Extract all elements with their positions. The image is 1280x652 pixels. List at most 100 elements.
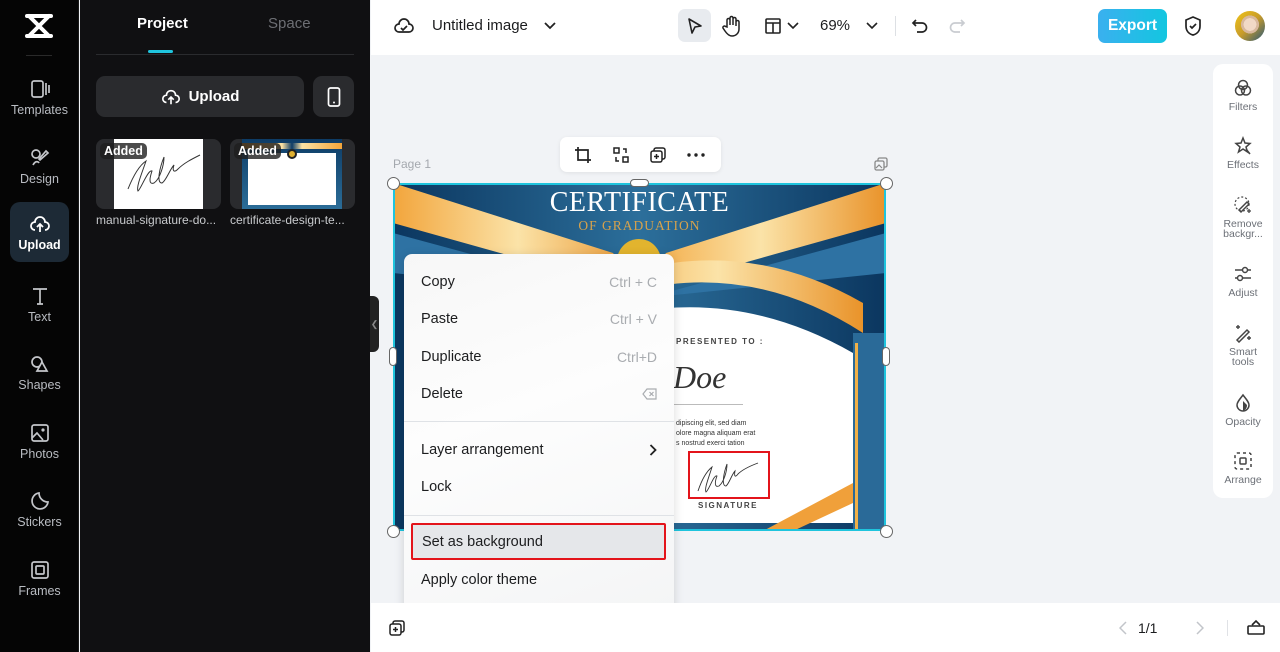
layout-dropdown-button[interactable]: [761, 14, 801, 38]
security-button[interactable]: [1182, 14, 1204, 38]
title-dropdown[interactable]: [541, 17, 559, 35]
adjust-sliders-icon: [1235, 266, 1251, 282]
undo-icon: [911, 19, 928, 33]
cloud-saved-button[interactable]: [393, 15, 415, 37]
tab-project[interactable]: Project: [137, 15, 188, 32]
menu-item-paste[interactable]: Paste Ctrl + V: [404, 300, 674, 337]
add-page-button[interactable]: [388, 619, 406, 637]
menu-item-delete[interactable]: Delete: [404, 375, 674, 412]
added-badge: Added: [234, 143, 281, 159]
photos-icon: [30, 423, 49, 442]
asset-thumbnail[interactable]: Added: [230, 139, 355, 209]
nav-rail: Templates Design Upload Text Shapes Phot…: [0, 0, 79, 652]
tab-space[interactable]: Space: [268, 15, 311, 32]
page-label: Page 1: [393, 157, 432, 171]
page-manager-button[interactable]: [1245, 617, 1267, 637]
upload-button[interactable]: Upload: [96, 76, 304, 117]
replace-icon: [613, 147, 629, 163]
resize-handle-left[interactable]: [389, 347, 397, 366]
menu-item-set-as-background[interactable]: Set as background: [411, 523, 666, 560]
resize-handle-bottom-right[interactable]: [880, 525, 893, 538]
resize-handle-top-right[interactable]: [880, 177, 893, 190]
menu-item-duplicate[interactable]: Duplicate Ctrl+D: [404, 338, 674, 375]
more-options-button[interactable]: [685, 145, 707, 165]
redo-icon: [949, 19, 966, 33]
resize-handle-right[interactable]: [882, 347, 890, 366]
signature-highlight-box: [688, 451, 770, 499]
crop-button[interactable]: [573, 145, 593, 165]
tool-label: Remove backgr...: [1223, 218, 1263, 240]
backspace-icon: [642, 387, 657, 400]
toolbar-divider: [895, 16, 896, 36]
remove-background-icon: [1234, 196, 1251, 214]
chevron-down-icon: [866, 22, 878, 30]
nav-frames[interactable]: Frames: [10, 548, 69, 608]
undo-button[interactable]: [909, 15, 931, 37]
nav-upload[interactable]: Upload: [10, 202, 69, 262]
nav-stickers-label: Stickers: [17, 514, 62, 529]
shortcut-label: Ctrl+D: [616, 348, 657, 365]
previous-page-button[interactable]: [1116, 619, 1130, 637]
upload-button-label: Upload: [188, 88, 240, 105]
hand-icon: [722, 15, 740, 37]
zoom-dropdown[interactable]: [864, 17, 880, 35]
signature-label: SIGNATURE: [698, 501, 759, 510]
certificate-title: CERTIFICATE: [549, 187, 730, 218]
nav-templates-label: Templates: [11, 102, 68, 117]
duplicate-button[interactable]: [648, 145, 668, 165]
nav-text[interactable]: Text: [10, 274, 69, 334]
resize-handle-bottom-left[interactable]: [387, 525, 400, 538]
nav-templates[interactable]: Templates: [10, 67, 69, 127]
resize-handle-top-left[interactable]: [387, 177, 400, 190]
nav-shapes-label: Shapes: [18, 377, 61, 392]
shapes-icon: [30, 355, 48, 372]
select-tool-button[interactable]: [678, 9, 711, 42]
nav-shapes[interactable]: Shapes: [10, 342, 69, 402]
chevron-down-icon: [544, 22, 556, 30]
menu-item-lock[interactable]: Lock: [404, 468, 674, 505]
nav-stickers[interactable]: Stickers: [10, 479, 69, 539]
collapse-panel-handle[interactable]: ❮: [370, 296, 379, 352]
effects-star-icon: [1234, 136, 1252, 155]
user-avatar[interactable]: [1235, 11, 1265, 41]
menu-item-label: Delete: [421, 385, 463, 402]
menu-item-layer-arrangement[interactable]: Layer arrangement: [404, 431, 674, 468]
body-line: dipiscing elit, sed diam: [676, 420, 747, 427]
asset-thumbnail[interactable]: Added: [96, 139, 221, 209]
menu-item-apply-color-theme[interactable]: Apply color theme: [404, 561, 674, 598]
capcut-logo-icon[interactable]: [24, 12, 54, 40]
zoom-level[interactable]: 69%: [820, 17, 850, 34]
tool-label: Effects: [1227, 159, 1259, 171]
page-image-button[interactable]: [873, 156, 888, 171]
nav-design[interactable]: Design: [10, 136, 69, 196]
element-toolbar: [560, 137, 721, 172]
tool-smart-tools[interactable]: Smart tools: [1213, 323, 1273, 367]
tool-remove-background[interactable]: Remove backgr...: [1213, 195, 1273, 239]
tool-opacity[interactable]: Opacity: [1213, 393, 1273, 427]
menu-item-label: Layer arrangement: [421, 441, 544, 458]
next-page-button[interactable]: [1193, 619, 1207, 637]
design-icon: [30, 148, 49, 165]
resize-handle-top[interactable]: [630, 179, 649, 187]
image-copy-icon: [873, 156, 888, 171]
tool-effects[interactable]: Effects: [1213, 136, 1273, 170]
nav-photos-label: Photos: [20, 446, 59, 461]
tool-arrange[interactable]: Arrange: [1213, 451, 1273, 485]
nav-frames-label: Frames: [18, 583, 61, 598]
bottom-bar: 1/1: [371, 603, 1280, 652]
added-badge: Added: [100, 143, 147, 159]
export-button[interactable]: Export: [1098, 9, 1167, 43]
tool-filters[interactable]: Filters: [1213, 78, 1273, 112]
add-page-icon: [389, 620, 405, 636]
crop-icon: [575, 147, 591, 163]
tool-adjust[interactable]: Adjust: [1213, 264, 1273, 298]
nav-design-label: Design: [20, 171, 59, 186]
document-title[interactable]: Untitled image: [432, 17, 528, 34]
nav-photos[interactable]: Photos: [10, 411, 69, 471]
menu-item-copy[interactable]: Copy Ctrl + C: [404, 263, 674, 300]
replace-button[interactable]: [611, 145, 631, 165]
redo-button[interactable]: [946, 15, 968, 37]
upload-from-phone-button[interactable]: [313, 76, 354, 117]
more-horizontal-icon: [687, 153, 705, 157]
hand-tool-button[interactable]: [721, 14, 743, 38]
